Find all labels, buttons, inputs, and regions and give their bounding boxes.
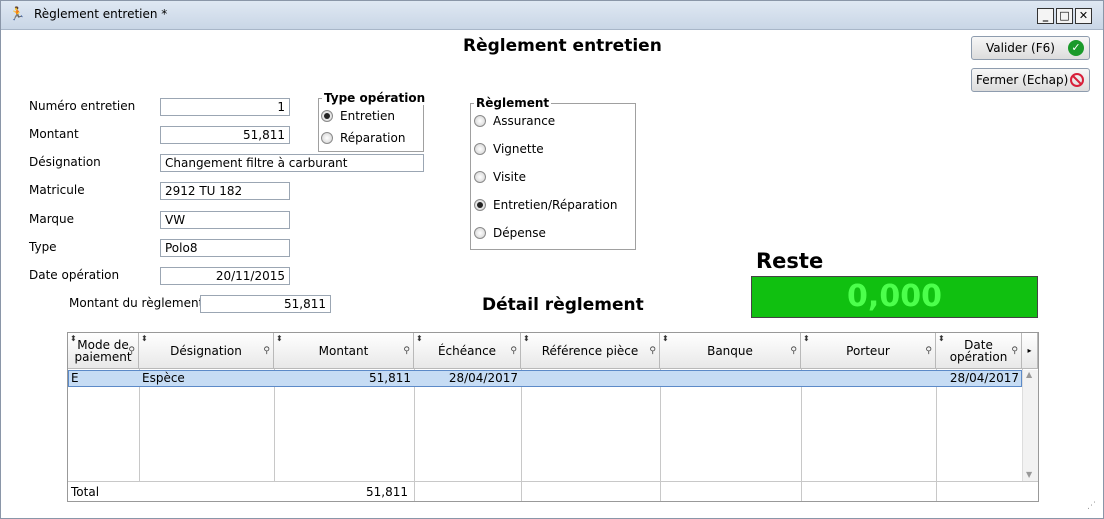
title-bar[interactable]: 🏃 Règlement entretien * _ □ ✕ (1, 1, 1103, 30)
radio-entretien-reparation[interactable] (474, 199, 486, 211)
filter-icon[interactable]: ⚲ (790, 346, 797, 356)
total-montant: 51,811 (366, 485, 408, 499)
cell-echeance[interactable]: 28/04/2017 (414, 370, 521, 387)
col-header-echeance[interactable]: ⬍ Échéance ⚲ (414, 333, 521, 369)
col-header-designation[interactable]: ⬍ Désignation ⚲ (139, 333, 274, 369)
total-label: Total (71, 485, 100, 499)
filter-icon[interactable]: ⚲ (649, 346, 656, 356)
radio-vignette-label[interactable]: Vignette (493, 142, 544, 156)
reglement-title: Règlement (474, 96, 552, 110)
arrow-down-icon[interactable]: ▼ (1026, 470, 1032, 479)
fermer-button[interactable]: Fermer (Echap) (971, 68, 1090, 92)
montant-field[interactable]: 51,811 (160, 126, 290, 144)
col-divider (414, 481, 415, 501)
type-operation-title: Type opération (322, 91, 428, 105)
radio-depense-label[interactable]: Dépense (493, 226, 546, 240)
arrow-up-icon[interactable]: ▲ (1026, 370, 1032, 379)
detail-grid[interactable]: ⬍ Mode de paiement ⚲ ⬍ Désignation ⚲ ⬍ M… (67, 332, 1039, 502)
date-operation-field[interactable]: 20/11/2015 (160, 267, 290, 285)
scroll-right-button[interactable]: ▸ (1022, 333, 1038, 369)
col-divider (521, 481, 522, 501)
cell-mode[interactable]: E (68, 370, 139, 387)
designation-field[interactable]: Changement filtre à carburant (160, 154, 424, 172)
main-window: 🏃 Règlement entretien * _ □ ✕ Règlement … (0, 0, 1104, 519)
cell-date[interactable]: 28/04/2017 (936, 370, 1022, 387)
filter-icon[interactable]: ⚲ (1011, 346, 1018, 356)
valider-button-label: Valider (F6) (986, 41, 1055, 55)
filter-icon[interactable]: ⚲ (510, 346, 517, 356)
cell-porteur[interactable] (801, 370, 936, 387)
runner-icon: 🏃 (9, 7, 26, 22)
numero-label: Numéro entretien (29, 99, 136, 113)
radio-visite-label[interactable]: Visite (493, 170, 526, 184)
valider-button[interactable]: Valider (F6) ✓ (971, 36, 1090, 60)
col-divider (936, 481, 937, 501)
col-header-banque[interactable]: ⬍ Banque ⚲ (660, 333, 801, 369)
matricule-field[interactable]: 2912 TU 182 (160, 182, 290, 200)
marque-label: Marque (29, 212, 75, 226)
fermer-button-label: Fermer (Echap) (976, 73, 1069, 87)
col-header-reference[interactable]: ⬍ Référence pièce ⚲ (521, 333, 660, 369)
col-divider (660, 481, 661, 501)
radio-reparation[interactable] (321, 132, 333, 144)
filter-icon[interactable]: ⚲ (403, 346, 410, 356)
designation-label: Désignation (29, 155, 101, 169)
radio-entretien-label[interactable]: Entretien (340, 109, 395, 123)
montant-label: Montant (29, 127, 79, 141)
reste-label: Reste (756, 249, 824, 273)
cell-designation[interactable]: Espèce (139, 370, 274, 387)
type-label: Type (29, 240, 57, 254)
col-divider (801, 481, 802, 501)
close-button[interactable]: ✕ (1075, 8, 1092, 24)
cell-reference[interactable] (521, 370, 660, 387)
cell-montant[interactable]: 51,811 (274, 370, 414, 387)
numero-field[interactable]: 1 (160, 98, 290, 116)
footer-divider (68, 481, 1038, 482)
filter-icon[interactable]: ⚲ (128, 346, 135, 356)
radio-visite[interactable] (474, 171, 486, 183)
col-header-montant[interactable]: ⬍ Montant ⚲ (274, 333, 414, 369)
radio-vignette[interactable] (474, 143, 486, 155)
no-entry-icon (1070, 73, 1084, 87)
radio-depense[interactable] (474, 227, 486, 239)
minimize-button[interactable]: _ (1037, 8, 1054, 24)
page-title: Règlement entretien (463, 36, 662, 56)
window-title: Règlement entretien * (34, 7, 168, 21)
radio-entretien[interactable] (321, 110, 333, 122)
matricule-label: Matricule (29, 183, 85, 197)
type-field[interactable]: Polo8 (160, 239, 290, 257)
montant-reglement-field[interactable]: 51,811 (200, 295, 331, 313)
cell-banque[interactable] (660, 370, 801, 387)
reste-value: 0,000 (751, 276, 1038, 318)
col-header-mode[interactable]: ⬍ Mode de paiement ⚲ (68, 333, 139, 369)
montant-reglement-label: Montant du règlement (69, 296, 204, 310)
radio-reparation-label[interactable]: Réparation (340, 131, 405, 145)
vertical-scrollbar[interactable]: ▲ ▼ (1022, 370, 1038, 481)
col-header-porteur[interactable]: ⬍ Porteur ⚲ (801, 333, 936, 369)
col-header-date[interactable]: ⬍ Date opération ⚲ (936, 333, 1022, 369)
radio-entretien-reparation-label[interactable]: Entretien/Réparation (493, 198, 617, 212)
filter-icon[interactable]: ⚲ (263, 346, 270, 356)
marque-field[interactable]: VW (160, 211, 290, 229)
filter-icon[interactable]: ⚲ (925, 346, 932, 356)
date-operation-label: Date opération (29, 268, 120, 282)
maximize-button[interactable]: □ (1056, 8, 1073, 24)
arrow-right-icon: ▸ (1027, 345, 1032, 355)
detail-title: Détail règlement (482, 295, 644, 315)
radio-assurance-label[interactable]: Assurance (493, 114, 555, 128)
resize-grip-icon[interactable]: ⋰ (1087, 501, 1096, 511)
check-icon: ✓ (1068, 40, 1084, 56)
radio-assurance[interactable] (474, 115, 486, 127)
